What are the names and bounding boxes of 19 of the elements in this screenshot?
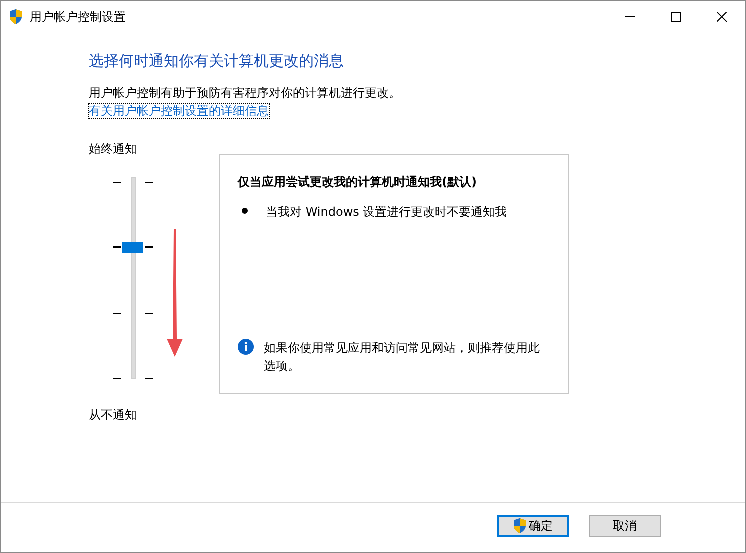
page-heading: 选择何时通知你有关计算机更改的消息 xyxy=(89,52,345,70)
help-link[interactable]: 有关用户帐户控制设置的详细信息 xyxy=(89,104,269,118)
slider-thumb[interactable] xyxy=(122,242,143,254)
maximize-icon[interactable] xyxy=(671,12,681,22)
shield-icon xyxy=(9,8,23,24)
window-title: 用户帐户控制设置 xyxy=(30,8,126,26)
close-icon[interactable] xyxy=(717,12,727,22)
cancel-button[interactable]: 取消 xyxy=(589,515,661,537)
bullet-icon xyxy=(242,208,248,214)
top-label: 始终通知 xyxy=(89,141,138,158)
panel-title: 仅当应用尝试更改我的计算机时通知我(默认) xyxy=(238,174,478,191)
note-text: 如果你使用常见应用和访问常见网站，则推荐使用此选项。 xyxy=(264,340,541,375)
description-text: 用户帐户控制有助于预防有害程序对你的计算机进行更改。 xyxy=(89,85,402,102)
ok-button[interactable]: 确定 xyxy=(497,515,569,537)
info-icon xyxy=(238,339,254,355)
minimize-icon[interactable] xyxy=(625,16,635,18)
bottom-label: 从不通知 xyxy=(89,407,138,424)
bullet-text: 当我对 Windows 设置进行更改时不要通知我 xyxy=(266,204,508,221)
shield-icon xyxy=(513,518,527,534)
